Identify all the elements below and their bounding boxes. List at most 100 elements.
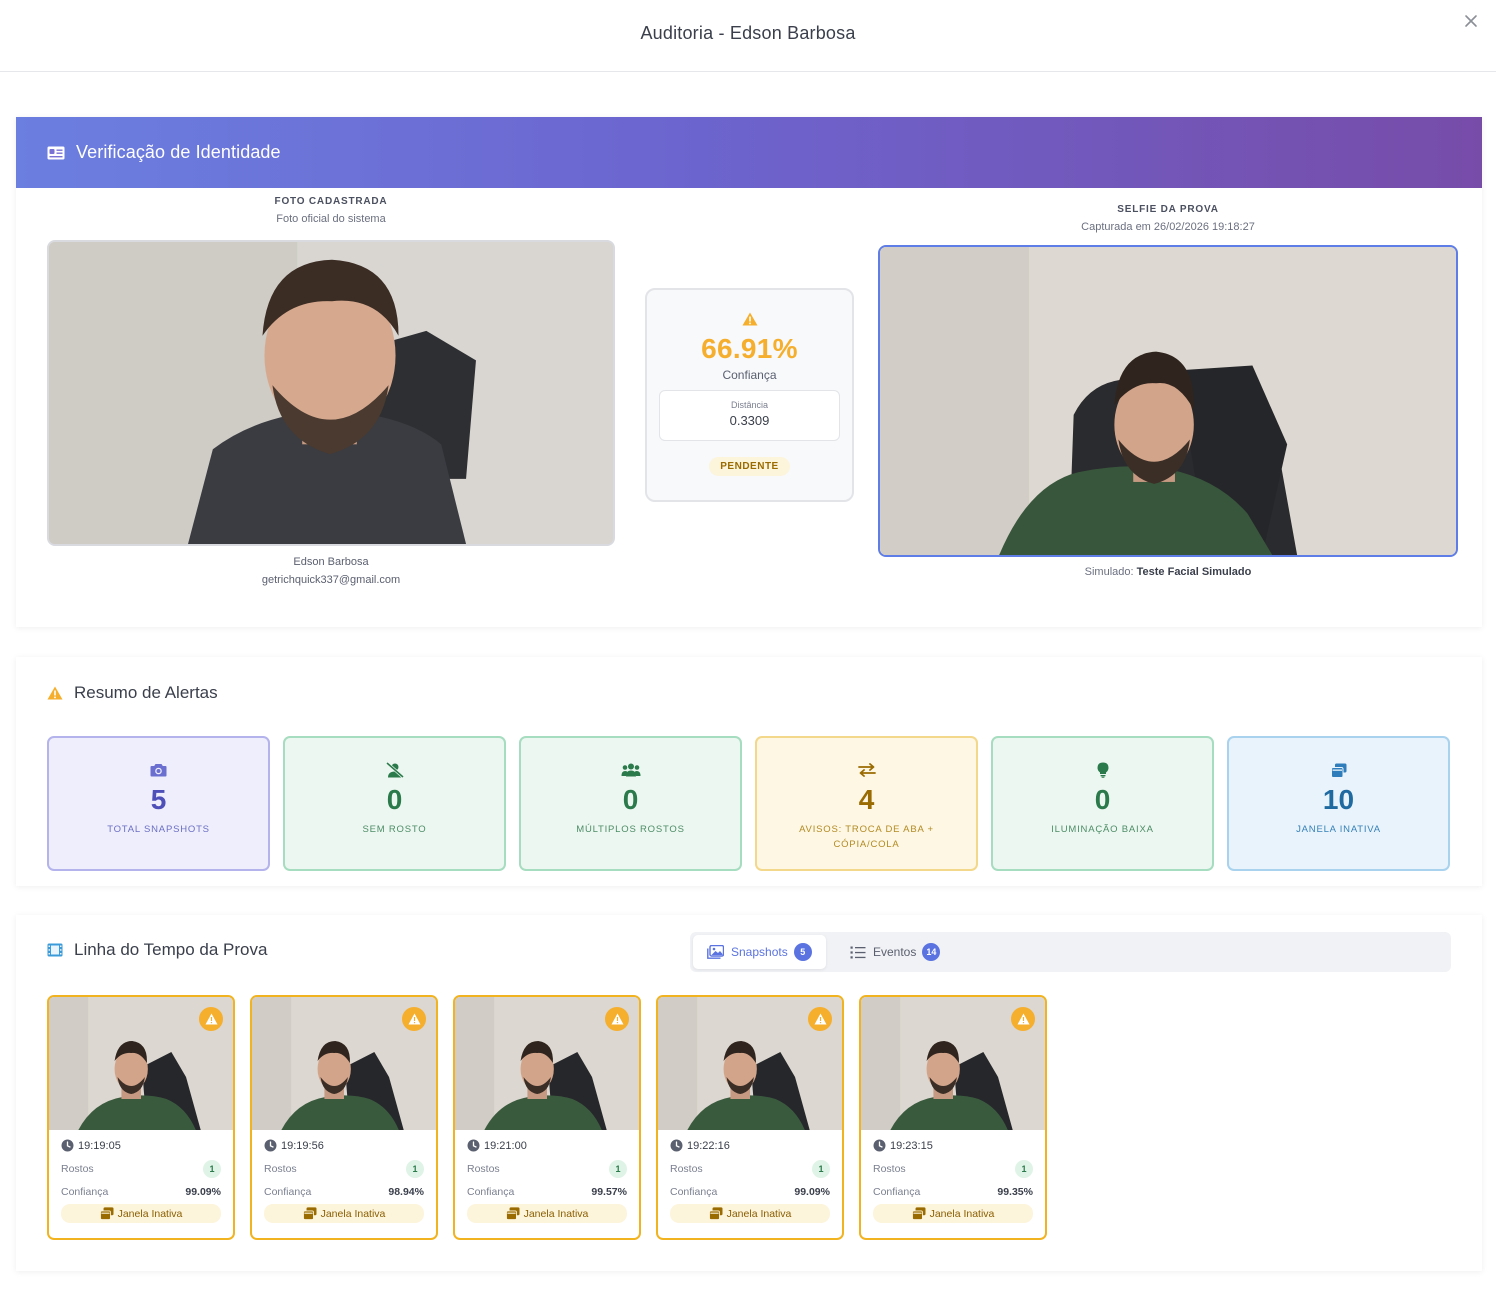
- snapshot-tag-label: Janela Inativa: [929, 1207, 995, 1220]
- clock-icon: [670, 1139, 683, 1152]
- snapshot-confidence-label: Confiança: [264, 1186, 312, 1198]
- users-icon: [621, 763, 640, 777]
- snapshot-card[interactable]: 19:22:16 Rostos 1 Confiança 99.09% Janel…: [656, 995, 844, 1240]
- identity-title: Verificação de Identidade: [76, 142, 281, 162]
- tab-snapshots[interactable]: Snapshots 5: [693, 935, 826, 969]
- modal-header: Auditoria - Edson Barbosa: [0, 0, 1496, 72]
- lightbulb-icon: [1097, 762, 1108, 778]
- exam-name: Teste Facial Simulado: [1136, 566, 1252, 578]
- alert-tab-switch[interactable]: 4 AVISOS: TROCA DE ABA + CÓPIA/COLA: [755, 736, 978, 871]
- warning-icon: [47, 686, 63, 700]
- distance-value: 0.3309: [729, 413, 770, 428]
- snapshot-time: 19:19:56: [281, 1139, 324, 1152]
- warning-icon: [1011, 1007, 1035, 1031]
- warning-icon: [808, 1007, 832, 1031]
- snapshot-confidence-row: Confiança 99.35%: [873, 1186, 1033, 1198]
- list-icon: [850, 946, 866, 958]
- alert-inactive-window[interactable]: 10 JANELA INATIVA: [1227, 736, 1450, 871]
- identity-card: Verificação de Identidade FOTO CADASTRAD…: [16, 117, 1482, 627]
- snapshot-faces-label: Rostos: [264, 1163, 297, 1175]
- selfie-photo[interactable]: [878, 245, 1458, 557]
- windows-icon: [911, 1207, 926, 1220]
- snapshot-time: 19:21:00: [484, 1139, 527, 1152]
- windows-icon: [708, 1207, 723, 1220]
- snapshot-faces-row: Rostos 1: [670, 1160, 830, 1178]
- camera-icon: [150, 764, 167, 777]
- snapshot-faces-label: Rostos: [873, 1163, 906, 1175]
- snapshot-faces-count: 1: [1015, 1160, 1033, 1178]
- alert-label: SEM ROSTO: [362, 824, 427, 835]
- alert-label: TOTAL SNAPSHOTS: [107, 824, 210, 835]
- snapshot-faces-row: Rostos 1: [61, 1160, 221, 1178]
- alerts-heading: Resumo de Alertas: [47, 683, 218, 703]
- close-button[interactable]: [1460, 10, 1482, 32]
- alert-value: 4: [858, 784, 875, 815]
- snapshot-confidence: 99.57%: [591, 1186, 627, 1198]
- snapshot-card[interactable]: 19:19:05 Rostos 1 Confiança 99.09% Janel…: [47, 995, 235, 1240]
- selfie-photo-image: [880, 247, 1456, 555]
- snapshot-confidence-label: Confiança: [670, 1186, 718, 1198]
- windows-icon: [99, 1207, 114, 1220]
- snapshot-confidence: 98.94%: [388, 1186, 424, 1198]
- alert-no-face[interactable]: 0 SEM ROSTO: [283, 736, 506, 871]
- alert-grid: 5 TOTAL SNAPSHOTS 0 SEM ROSTO 0 MÚLTIPLO…: [47, 736, 1450, 871]
- selfie-subtitle: Capturada em 26/02/2026 19:18:27: [1081, 221, 1255, 233]
- warning-icon: [199, 1007, 223, 1031]
- tab-events[interactable]: Eventos 14: [836, 935, 954, 969]
- snapshot-details: 19:19:56 Rostos 1 Confiança 98.94% Janel…: [252, 1130, 436, 1223]
- windows-icon: [505, 1207, 520, 1220]
- alert-value: 5: [150, 784, 167, 815]
- alerts-title: Resumo de Alertas: [74, 683, 218, 702]
- selfie-title: SELFIE DA PROVA: [1117, 204, 1219, 215]
- snapshot-faces-label: Rostos: [467, 1163, 500, 1175]
- snapshot-confidence: 99.09%: [794, 1186, 830, 1198]
- snapshot-confidence: 99.35%: [997, 1186, 1033, 1198]
- close-icon: [1465, 15, 1477, 27]
- tab-snapshots-label: Snapshots: [731, 945, 788, 959]
- snapshot-confidence-row: Confiança 99.09%: [61, 1186, 221, 1198]
- snapshot-time: 19:22:16: [687, 1139, 730, 1152]
- snapshot-card[interactable]: 19:19:56 Rostos 1 Confiança 98.94% Janel…: [250, 995, 438, 1240]
- snapshot-time-row: 19:19:56: [264, 1139, 424, 1152]
- registered-photo-column: FOTO CADASTRADA Foto oficial do sistema …: [47, 196, 615, 586]
- id-card-icon: [47, 146, 65, 159]
- snapshot-details: 19:19:05 Rostos 1 Confiança 99.09% Janel…: [49, 1130, 233, 1223]
- snapshot-faces-row: Rostos 1: [264, 1160, 424, 1178]
- snapshot-card[interactable]: 19:23:15 Rostos 1 Confiança 99.35% Janel…: [859, 995, 1047, 1240]
- snapshot-image[interactable]: [49, 997, 233, 1130]
- alert-multiple-faces[interactable]: 0 MÚLTIPLOS ROSTOS: [519, 736, 742, 871]
- registered-photo-title: FOTO CADASTRADA: [274, 196, 388, 207]
- warning-icon: [647, 312, 852, 331]
- registered-photo[interactable]: [47, 240, 615, 546]
- snapshot-image[interactable]: [658, 997, 842, 1130]
- snapshot-tag: Janela Inativa: [61, 1204, 221, 1223]
- alert-total-snapshots[interactable]: 5 TOTAL SNAPSHOTS: [47, 736, 270, 871]
- alert-value: 10: [1322, 784, 1355, 815]
- snapshot-image[interactable]: [455, 997, 639, 1130]
- snapshot-image[interactable]: [252, 997, 436, 1130]
- warning-icon: [605, 1007, 629, 1031]
- snapshot-details: 19:22:16 Rostos 1 Confiança 99.09% Janel…: [658, 1130, 842, 1223]
- snapshot-tag-label: Janela Inativa: [320, 1207, 386, 1220]
- snapshot-time-row: 19:19:05: [61, 1139, 221, 1152]
- snapshot-tag: Janela Inativa: [264, 1204, 424, 1223]
- selfie-exam-info: Simulado: Teste Facial Simulado: [878, 566, 1458, 578]
- clock-icon: [873, 1139, 886, 1152]
- alert-label: ILUMINAÇÃO BAIXA: [1051, 824, 1154, 835]
- warning-icon: [402, 1007, 426, 1031]
- clock-icon: [61, 1139, 74, 1152]
- modal-title: Auditoria - Edson Barbosa: [640, 23, 856, 43]
- snapshot-tag-label: Janela Inativa: [117, 1207, 183, 1220]
- snapshot-tag: Janela Inativa: [670, 1204, 830, 1223]
- exam-prefix: Simulado:: [1084, 566, 1134, 578]
- timeline-heading: Linha do Tempo da Prova: [47, 940, 267, 960]
- identity-header: Verificação de Identidade: [16, 117, 1482, 188]
- snapshot-card[interactable]: 19:21:00 Rostos 1 Confiança 99.57% Janel…: [453, 995, 641, 1240]
- alert-value: 0: [386, 784, 403, 815]
- clock-icon: [264, 1139, 277, 1152]
- snapshot-tag-label: Janela Inativa: [523, 1207, 589, 1220]
- registered-name: Edson Barbosa: [293, 556, 369, 568]
- snapshot-confidence-label: Confiança: [467, 1186, 515, 1198]
- alert-low-light[interactable]: 0 ILUMINAÇÃO BAIXA: [991, 736, 1214, 871]
- snapshot-image[interactable]: [861, 997, 1045, 1130]
